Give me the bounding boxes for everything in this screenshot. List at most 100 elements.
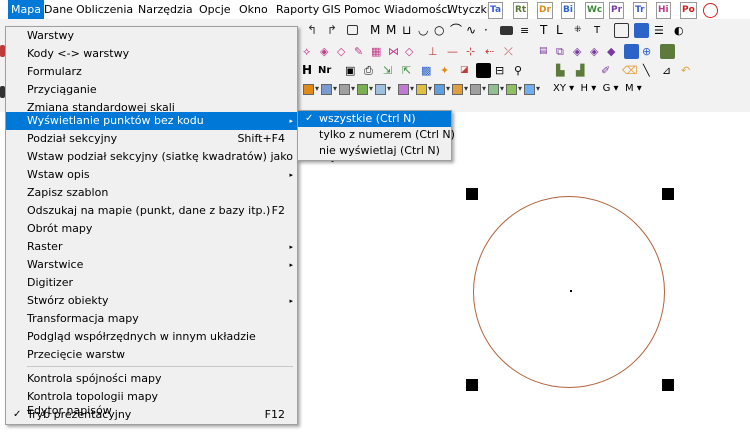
menu-item-kody-warstwy[interactable]: Kody <-> warstwy	[6, 45, 297, 63]
menu-wtyczki[interactable]: Wtyczki	[444, 0, 493, 19]
rectangle-tool-icon[interactable]	[347, 25, 358, 35]
menu-dane[interactable]: Dane	[41, 0, 76, 19]
menu-item-wstaw-podzial[interactable]: Wstaw podział sekcyjny (siatkę kwadratów…	[6, 148, 337, 166]
xy-dropdown[interactable]: XY ▾	[553, 83, 574, 94]
diamond-icon[interactable]: ◈	[320, 44, 335, 59]
menu-pomoc[interactable]: Pomoc	[341, 0, 383, 19]
curve-tool-icon[interactable]: ⌒	[450, 23, 465, 38]
submenu-item-nie-wyswietlaj[interactable]: nie wyświetlaj (Ctrl N)	[298, 143, 451, 159]
dropdown-13[interactable]: ▾	[524, 82, 548, 96]
arrow-line-icon[interactable]: ⇠	[485, 44, 500, 59]
menu-item-podzial-sekcyjny[interactable]: Podział sekcyjny Shift+F4	[6, 130, 297, 148]
po-icon[interactable]: Po	[680, 2, 697, 19]
globe2-icon[interactable]: ⊕	[642, 44, 657, 59]
printer-icon[interactable]: ⎙	[364, 63, 379, 78]
chart-icon[interactable]: ▩	[421, 63, 436, 78]
line-icon[interactable]: —	[447, 44, 462, 59]
measure-icon[interactable]: ⊿	[662, 63, 677, 78]
spline-tool-icon[interactable]: ∿	[466, 23, 481, 38]
dr-icon[interactable]: Dr	[537, 2, 553, 19]
menu-item-odszukaj[interactable]: Odszukaj na mapie (punkt, dane z bazy it…	[6, 202, 297, 220]
diamond-cross-icon[interactable]: ⟡	[303, 44, 318, 59]
submenu-item-wszystkie[interactable]: ✓ wszystkie (Ctrl N)	[298, 111, 451, 127]
dropdown-5[interactable]: ▾	[375, 82, 399, 96]
more-icon[interactable]: ◐	[674, 23, 689, 38]
image-icon[interactable]	[614, 23, 629, 38]
menu-item-wyswietlanie-punktow[interactable]: Wyświetlanie punktów bez kodu ▸	[6, 112, 297, 130]
polyline-m2-icon[interactable]: M	[386, 23, 401, 38]
tool-a-icon[interactable]: ▙	[556, 63, 571, 78]
node-icon[interactable]: ⋈	[388, 44, 403, 59]
menu-item-warstwice[interactable]: Warstwice ▸	[6, 256, 297, 274]
eps-icon[interactable]: ◪	[460, 63, 475, 78]
pin-icon[interactable]: ⚲	[514, 63, 529, 78]
menu-item-digitizer[interactable]: Digitizer	[6, 274, 297, 292]
wms-icon[interactable]: ▤	[539, 44, 554, 59]
selected-circle[interactable]	[473, 196, 665, 388]
h-icon[interactable]: H	[302, 63, 317, 78]
point-tool-icon[interactable]: ↰	[307, 23, 322, 38]
m-dropdown[interactable]: M ▾	[625, 83, 642, 94]
map-icon[interactable]	[660, 44, 675, 59]
diamond3-icon[interactable]: ◇	[405, 44, 420, 59]
menu-item-wstaw-opis[interactable]: Wstaw opis ▸	[6, 166, 297, 184]
text-stack-icon[interactable]: ⁜	[574, 23, 589, 38]
slash-icon[interactable]: ╲	[643, 63, 658, 78]
polyline-m-icon[interactable]: M	[370, 23, 385, 38]
menu-item-przeciecie-warstw[interactable]: Przecięcie warstw	[6, 346, 297, 364]
wc-icon[interactable]: Wc	[585, 2, 605, 19]
menu-mapa[interactable]: Mapa	[8, 0, 44, 19]
text-l-icon[interactable]: L	[556, 23, 571, 38]
menu-item-transformacja[interactable]: Transformacja mapy	[6, 310, 297, 328]
menu-item-formularz[interactable]: Formularz	[6, 63, 297, 81]
text-t-icon[interactable]: T	[540, 23, 555, 38]
menu-obliczenia[interactable]: Obliczenia	[73, 0, 136, 19]
pr-icon[interactable]: Pr	[609, 2, 625, 19]
diamond-edit-icon[interactable]: ◆	[607, 44, 622, 59]
submenu-item-tylko-z-numerem[interactable]: tylko z numerem (Ctrl N)	[298, 127, 455, 143]
menu-narzedzia[interactable]: Narzędzia	[135, 0, 196, 19]
undo-icon[interactable]: ↶	[681, 63, 696, 78]
fill-tool-icon[interactable]	[500, 26, 513, 35]
bi-icon[interactable]: Bi	[561, 2, 575, 19]
dot-tool-icon[interactable]: ·	[484, 23, 499, 38]
line-cross-icon[interactable]: ⊹	[466, 44, 481, 59]
selection-handle-top-right[interactable]	[662, 188, 674, 200]
picture-icon[interactable]	[634, 23, 649, 38]
layers-icon[interactable]: ⧉	[556, 44, 571, 59]
nr-icon[interactable]: Nr	[318, 63, 340, 78]
menu-okno[interactable]: Okno	[236, 0, 271, 19]
selection-handle-bottom-right[interactable]	[662, 379, 674, 391]
node-edit-icon[interactable]: ⊟	[495, 63, 510, 78]
tool-b-icon[interactable]: ▟	[576, 63, 591, 78]
ta-icon[interactable]: Ta	[488, 2, 504, 19]
import-icon[interactable]: ⇱	[402, 63, 417, 78]
menu-item-edytor-napisow[interactable]: Edytor napisów	[6, 402, 297, 420]
black-square-icon[interactable]	[476, 63, 491, 78]
tr-icon[interactable]: Tr	[633, 2, 647, 19]
circle-tool-icon[interactable]: ○	[434, 23, 449, 38]
menu-opcje[interactable]: Opcje	[196, 0, 234, 19]
menu-item-zapisz-szablon[interactable]: Zapisz szablon	[6, 184, 297, 202]
menu-item-stworz-obiekty[interactable]: Stwórz obiekty ▸	[6, 292, 297, 310]
diamond-add-icon[interactable]: ◈	[573, 44, 588, 59]
u-shape-icon[interactable]: ⊔	[402, 23, 417, 38]
globe-icon[interactable]	[703, 3, 718, 18]
line-point-icon[interactable]: ⊥	[428, 44, 443, 59]
export-icon[interactable]: ⇲	[383, 63, 398, 78]
selection-handle-top-left[interactable]	[466, 188, 478, 200]
eraser-icon[interactable]: ⌫	[622, 63, 638, 78]
menu-item-kontrola-spojnosci[interactable]: Kontrola spójności mapy	[6, 370, 297, 388]
hi-icon[interactable]: Hi	[656, 2, 671, 19]
cross-line-icon[interactable]: ⤫	[504, 44, 519, 59]
diamond2-icon[interactable]: ◇	[337, 44, 352, 59]
menu-item-raster[interactable]: Raster ▸	[6, 238, 297, 256]
selection-handle-bottom-left[interactable]	[466, 379, 478, 391]
menu-wiadomosci[interactable]: Wiadomości	[381, 0, 453, 19]
diamond-link-icon[interactable]: ◈	[590, 44, 605, 59]
text-small-icon[interactable]: T	[594, 23, 609, 38]
blue-square-icon[interactable]	[624, 44, 639, 59]
pen-icon[interactable]: ✎	[354, 44, 369, 59]
menu-raporty[interactable]: Raporty	[273, 0, 322, 19]
h-dropdown[interactable]: H ▾	[581, 83, 597, 94]
